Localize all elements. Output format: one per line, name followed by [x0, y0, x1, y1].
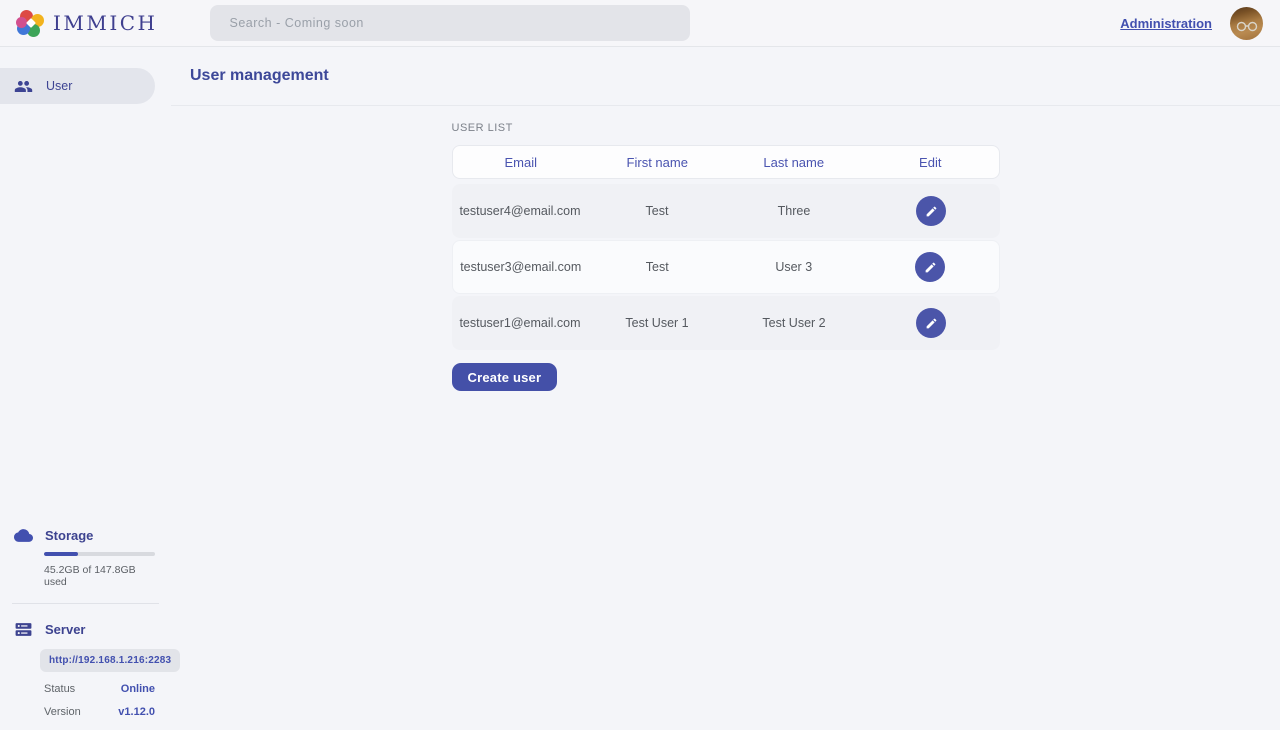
version-label: Version [44, 706, 81, 718]
table-row: testuser4@email.com Test Three [452, 184, 1000, 238]
glasses-graphic [1236, 21, 1258, 32]
server-version-row: Version v1.12.0 [44, 706, 155, 718]
create-user-button[interactable]: Create user [452, 363, 558, 391]
edit-user-button[interactable] [916, 308, 946, 338]
cell-first-name: Test [646, 260, 669, 274]
sidebar-footer: Storage 45.2GB of 147.8GB used Server [0, 526, 171, 718]
cell-email: testuser4@email.com [459, 204, 580, 218]
storage-usage-text: 45.2GB of 147.8GB used [44, 564, 155, 588]
status-value: Online [121, 683, 155, 695]
cell-last-name: Test User 2 [762, 316, 825, 330]
page-title: User management [190, 67, 329, 85]
immich-flower-icon [17, 10, 44, 37]
top-bar: IMMICH Administration [0, 0, 1280, 47]
server-url-badge: http://192.168.1.216:2283 [40, 649, 180, 672]
page-header: User management [171, 47, 1280, 106]
column-header-email: Email [504, 155, 537, 170]
cloud-icon [14, 526, 33, 545]
pencil-icon [925, 317, 938, 330]
server-status-row: Status Online [44, 683, 155, 695]
pencil-icon [924, 261, 937, 274]
user-list-label: USER LIST [452, 122, 1000, 134]
column-header-last-name: Last name [763, 155, 824, 170]
cell-last-name: Three [778, 204, 811, 218]
storage-title: Storage [45, 528, 93, 543]
storage-progress-fill [44, 552, 78, 556]
cell-first-name: Test User 1 [625, 316, 688, 330]
users-icon [14, 77, 33, 96]
search-input[interactable] [210, 5, 690, 41]
column-header-edit: Edit [919, 155, 941, 170]
logo-text: IMMICH [53, 11, 158, 35]
storage-progress-bar [44, 552, 155, 556]
cell-email: testuser1@email.com [459, 316, 580, 330]
pencil-icon [925, 205, 938, 218]
user-table-header: Email First name Last name Edit [452, 145, 1000, 179]
immich-logo[interactable]: IMMICH [0, 10, 158, 37]
cell-first-name: Test [646, 204, 669, 218]
admin-sidebar: User Storage 45.2GB of 147.8GB used [0, 47, 171, 730]
sidebar-divider [12, 603, 159, 604]
user-avatar[interactable] [1230, 7, 1263, 40]
storage-section-header: Storage [14, 526, 155, 545]
main-content: User management USER LIST Email First na… [171, 47, 1280, 730]
server-icon [14, 620, 33, 639]
cell-email: testuser3@email.com [460, 260, 581, 274]
status-label: Status [44, 683, 75, 695]
version-value: v1.12.0 [118, 706, 155, 718]
administration-link[interactable]: Administration [1120, 16, 1212, 31]
table-row: testuser3@email.com Test User 3 [452, 240, 1000, 294]
edit-user-button[interactable] [916, 196, 946, 226]
cell-last-name: User 3 [775, 260, 812, 274]
server-title: Server [45, 622, 85, 637]
sidebar-item-user[interactable]: User [0, 68, 155, 104]
table-row: testuser1@email.com Test User 1 Test Use… [452, 296, 1000, 350]
sidebar-item-label: User [46, 79, 72, 93]
column-header-first-name: First name [627, 155, 688, 170]
server-section-header: Server [14, 620, 155, 639]
edit-user-button[interactable] [915, 252, 945, 282]
